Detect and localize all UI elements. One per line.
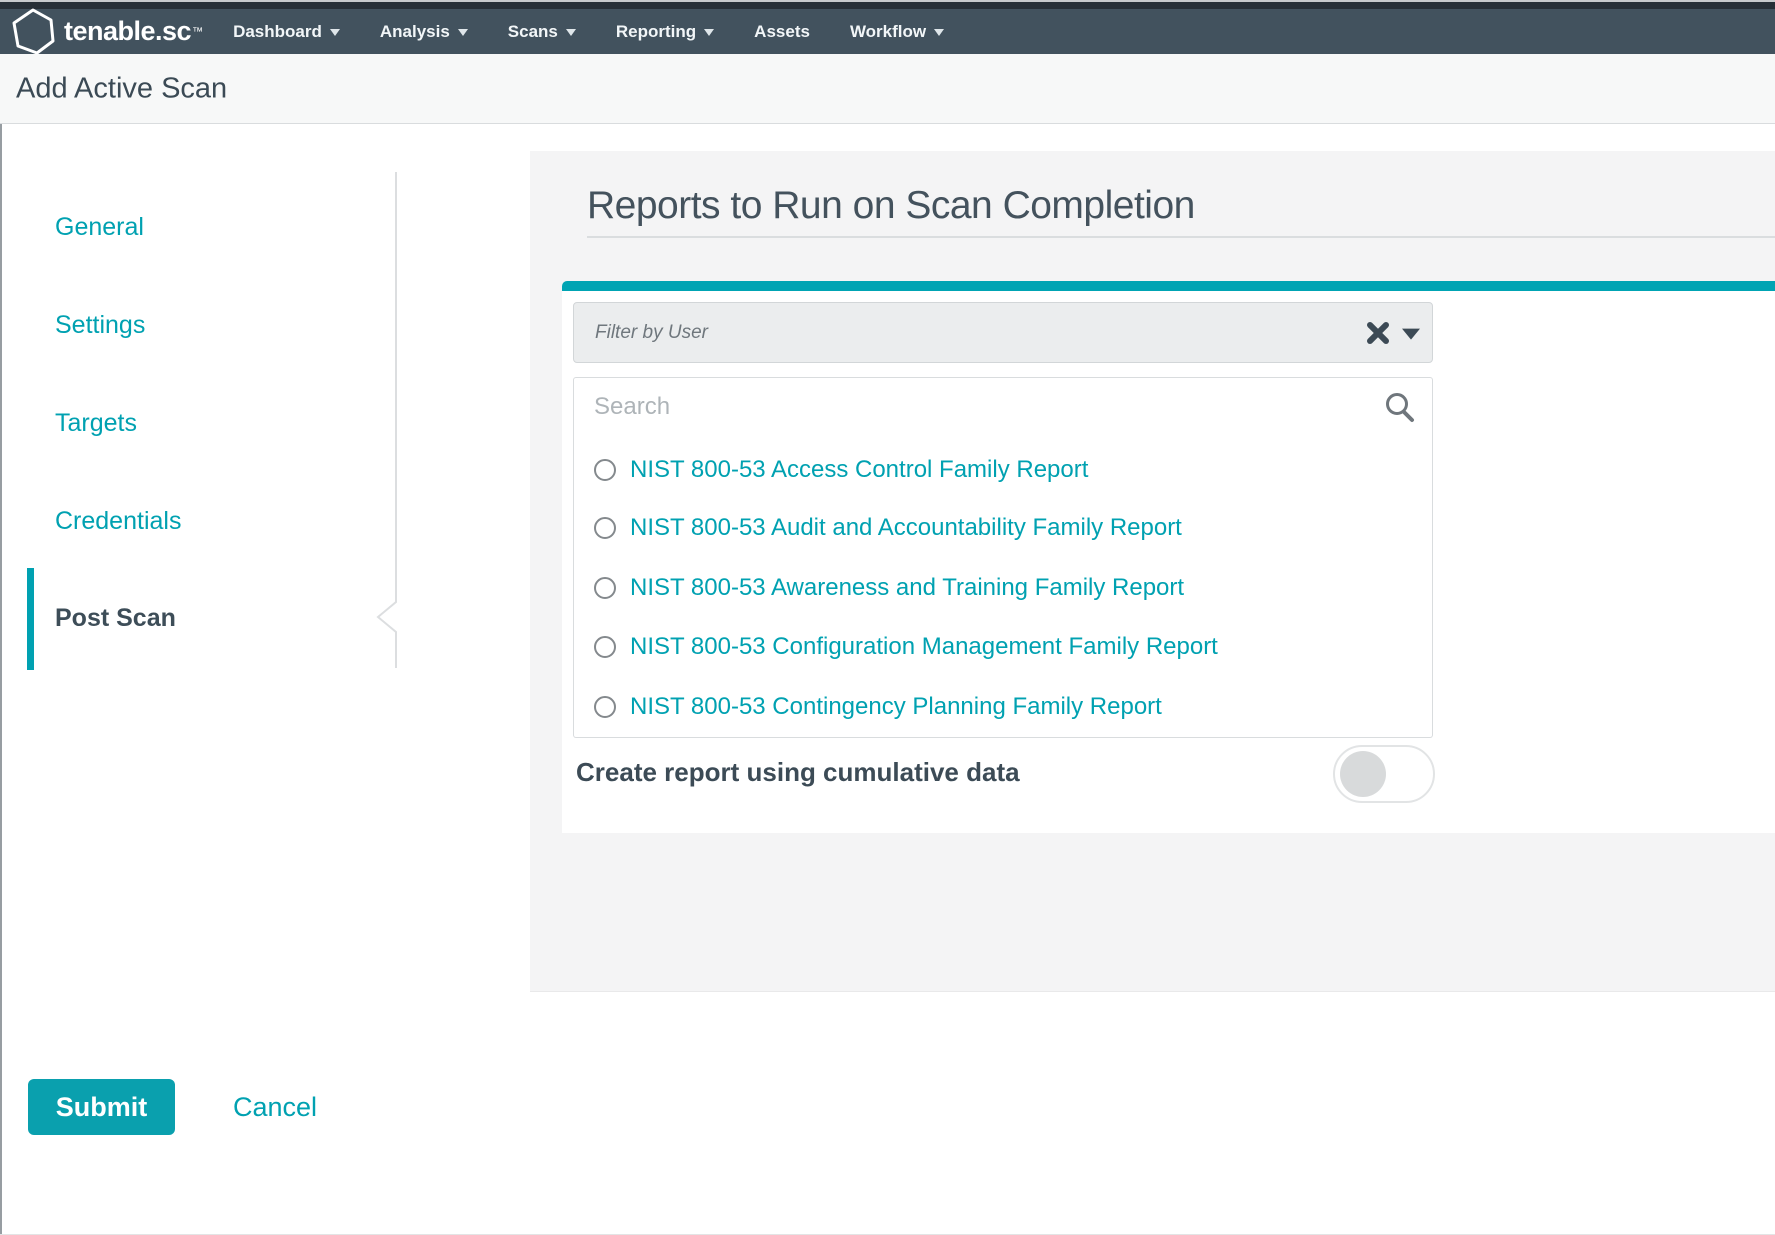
x-icon[interactable] <box>1366 321 1390 345</box>
report-option[interactable]: NIST 800-53 Contingency Planning Family … <box>594 685 1162 729</box>
chevron-down-icon <box>934 29 944 36</box>
card-accent-bar <box>562 281 1775 291</box>
sidebar-item-credentials[interactable]: Credentials <box>55 507 181 536</box>
nav-item-dashboard[interactable]: Dashboard <box>213 22 360 42</box>
window-left-edge <box>0 124 2 1235</box>
radio-button[interactable] <box>594 517 616 539</box>
sidebar-item-post-scan[interactable]: Post Scan <box>55 604 176 633</box>
report-option[interactable]: NIST 800-53 Awareness and Training Famil… <box>594 566 1184 610</box>
cancel-link[interactable]: Cancel <box>233 1079 317 1135</box>
submit-button[interactable]: Submit <box>28 1079 175 1135</box>
report-option[interactable]: NIST 800-53 Access Control Family Report <box>594 448 1088 492</box>
filter-by-user-dropdown[interactable]: Filter by User <box>573 302 1433 363</box>
report-search-field[interactable]: Search <box>573 377 1433 437</box>
chevron-down-icon <box>704 29 714 36</box>
radio-button[interactable] <box>594 459 616 481</box>
radio-button[interactable] <box>594 696 616 718</box>
active-step-indicator <box>27 568 34 670</box>
section-title: Reports to Run on Scan Completion <box>587 184 1195 228</box>
chevron-down-icon <box>330 29 340 36</box>
cumulative-data-label: Create report using cumulative data <box>576 757 1020 788</box>
report-option[interactable]: NIST 800-53 Audit and Accountability Fam… <box>594 506 1182 550</box>
radio-button[interactable] <box>594 636 616 658</box>
section-title-rule <box>587 236 1775 238</box>
chevron-down-icon <box>458 29 468 36</box>
sidebar-item-general[interactable]: General <box>55 213 144 242</box>
magnifier-icon[interactable] <box>1384 391 1416 423</box>
search-placeholder: Search <box>594 393 670 421</box>
radio-button[interactable] <box>594 577 616 599</box>
sidebar-item-settings[interactable]: Settings <box>55 311 145 340</box>
brand-logo[interactable]: tenable.sc ™ <box>11 8 203 55</box>
filter-placeholder: Filter by User <box>595 322 708 344</box>
nav-item-workflow[interactable]: Workflow <box>830 22 964 42</box>
page-header: Add Active Scan <box>0 54 1775 124</box>
toggle-knob <box>1340 751 1386 797</box>
cumulative-data-toggle[interactable] <box>1333 745 1435 803</box>
chevron-down-icon <box>566 29 576 36</box>
window-top-strip <box>0 0 1775 9</box>
nav-item-analysis[interactable]: Analysis <box>360 22 488 42</box>
nav-item-scans[interactable]: Scans <box>488 22 596 42</box>
post-scan-panel: Reports to Run on Scan Completion Filter… <box>530 151 1775 992</box>
top-navbar: tenable.sc ™ Dashboard Analysis Scans Re… <box>0 9 1775 54</box>
sidebar-divider <box>370 170 402 675</box>
app-screen: tenable.sc ™ Dashboard Analysis Scans Re… <box>0 0 1775 1235</box>
caret-down-icon[interactable] <box>1402 328 1420 339</box>
hexagon-icon <box>11 8 56 55</box>
nav-menu: Dashboard Analysis Scans Reporting Asset… <box>213 9 964 54</box>
brand-name: tenable.sc <box>64 16 191 47</box>
sidebar-item-targets[interactable]: Targets <box>55 409 137 438</box>
nav-item-assets[interactable]: Assets <box>734 22 830 42</box>
nav-item-reporting[interactable]: Reporting <box>596 22 734 42</box>
report-option[interactable]: NIST 800-53 Configuration Management Fam… <box>594 625 1218 669</box>
reports-card: Filter by User Search <box>562 281 1775 833</box>
brand-trademark: ™ <box>192 26 203 38</box>
report-list: NIST 800-53 Access Control Family Report… <box>573 436 1433 738</box>
page-title: Add Active Scan <box>16 72 227 105</box>
